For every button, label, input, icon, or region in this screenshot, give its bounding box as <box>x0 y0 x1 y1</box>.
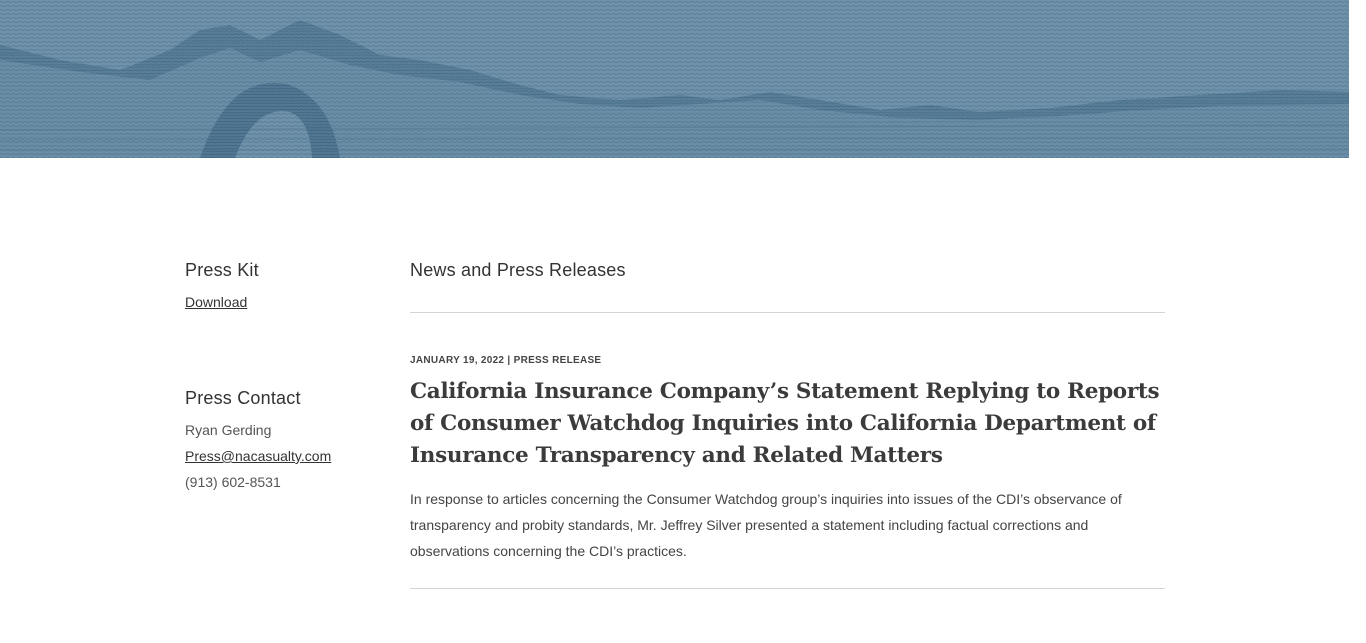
engraved-landscape-illustration <box>0 0 1349 158</box>
scrollbar-gutter[interactable] <box>1349 0 1366 643</box>
press-contact-phone: (913) 602-8531 <box>185 474 281 490</box>
article-category: PRESS RELEASE <box>513 355 602 366</box>
hero-banner-image <box>0 0 1349 158</box>
article-divider <box>410 588 1165 589</box>
press-kit-section: Press Kit Download <box>185 256 259 315</box>
article-summary: In response to articles concerning the C… <box>410 491 1122 559</box>
meta-separator: | <box>507 355 511 366</box>
news-main-column: News and Press Releases JANUARY 19, 2022… <box>410 256 1165 589</box>
press-contact-details: Ryan Gerding Press@nacasualty.com (913) … <box>185 417 331 495</box>
article-date: JANUARY 19, 2022 <box>410 355 505 366</box>
article-title-link[interactable]: California Insurance Company’s Statement… <box>410 376 1165 472</box>
press-contact-heading: Press Contact <box>185 388 301 408</box>
press-contact-section: Press Contact Ryan Gerding Press@nacasua… <box>185 384 331 495</box>
news-section-title: News and Press Releases <box>410 260 626 280</box>
article-meta: JANUARY 19, 2022 | PRESS RELEASE <box>410 354 1165 368</box>
press-kit-download-link[interactable]: Download <box>185 289 247 315</box>
press-contact-name: Ryan Gerding <box>185 422 272 438</box>
section-divider <box>410 312 1165 313</box>
press-kit-heading: Press Kit <box>185 260 259 280</box>
news-article: JANUARY 19, 2022 | PRESS RELEASE Califor… <box>410 354 1165 578</box>
press-contact-email-link[interactable]: Press@nacasualty.com <box>185 443 331 469</box>
